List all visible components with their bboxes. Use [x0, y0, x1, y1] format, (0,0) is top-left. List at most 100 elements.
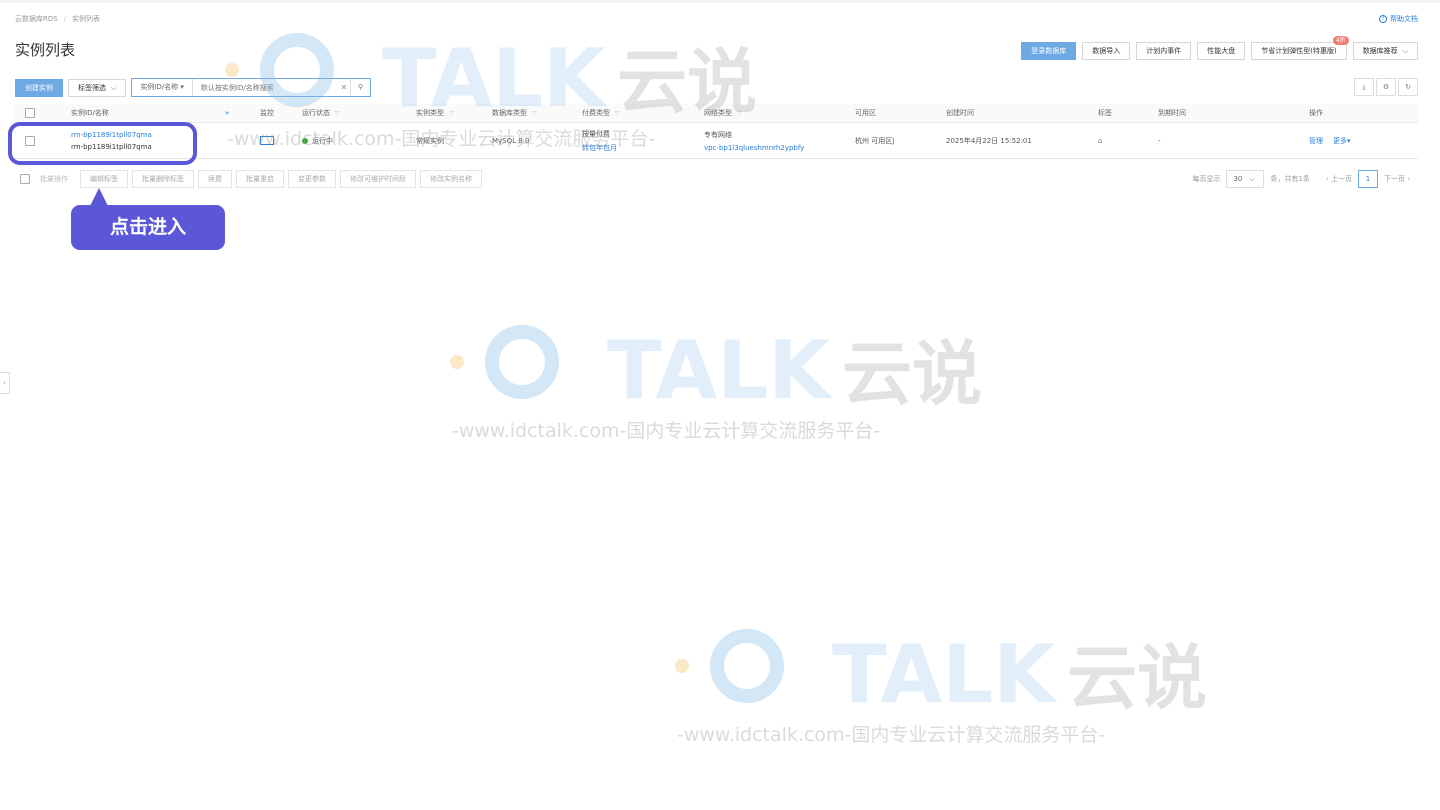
header-status[interactable]: 运行状态 ▽	[302, 104, 340, 122]
network-type: 专有网络	[704, 130, 732, 139]
vpc-link[interactable]: vpc-bp1l3qlueshmnrh2ypbfy	[704, 144, 804, 152]
header-tags: 标签	[1098, 109, 1112, 117]
bulk-label: 批量操作	[40, 175, 68, 183]
header-instance-type-label: 实例类型	[416, 109, 444, 117]
more-label: 更多	[1333, 136, 1347, 145]
search-scope-label: 实例ID/名称	[140, 83, 179, 91]
svg-text:云说: 云说	[842, 333, 982, 415]
more-dropdown[interactable]: 更多▾	[1333, 136, 1351, 146]
db-type: MySQL 8.0	[492, 136, 530, 145]
svg-text:云说: 云说	[1067, 637, 1207, 719]
watermark-url: -www.idctalk.com-国内专业云计算交流服务平台-	[452, 420, 880, 442]
per-page-label: 每页显示	[1192, 175, 1221, 183]
gear-icon[interactable]: ⚙	[1376, 78, 1396, 96]
tag-icon[interactable]: ⌂	[1098, 123, 1102, 158]
expand-columns-icon[interactable]: »	[225, 104, 229, 122]
per-page-value: 30	[1233, 175, 1243, 183]
filter-icon: ▽	[449, 109, 454, 117]
header-zone: 可用区	[855, 109, 876, 117]
header-instance-type[interactable]: 实例类型 ▽	[416, 104, 454, 122]
zone: 杭州 可用区J	[855, 136, 895, 145]
tag-filter-label: 标签筛选	[78, 83, 106, 92]
filter-icon: ▽	[737, 109, 742, 117]
search-group: 实例ID/名称 ▾ ✕ ⚲	[131, 78, 371, 97]
header-pay-type[interactable]: 付费类型 ▽	[582, 104, 620, 122]
watermark: TALK 云说 -www.idctalk.com-国内专业云计算交流服务平台-	[672, 616, 1217, 753]
search-scope-select[interactable]: 实例ID/名称 ▾	[132, 79, 193, 96]
header-network-type[interactable]: 网络类型 ▽	[704, 104, 742, 122]
toolbar: 创建实例 标签筛选 ⌵ 实例ID/名称 ▾ ✕ ⚲	[15, 78, 371, 97]
bulk-select-checkbox[interactable]	[20, 174, 30, 184]
next-page-button[interactable]: 下一页 ›	[1384, 174, 1410, 184]
header-expire: 到期时间	[1158, 109, 1186, 117]
bulk-change-params-button[interactable]: 变更参数	[288, 170, 336, 188]
pay-type-cell: 按量付费 转包年包月	[582, 123, 617, 158]
header-db-type-label: 数据库类型	[492, 109, 527, 117]
header-pay-type-label: 付费类型	[582, 109, 610, 117]
filter-icon: ▽	[532, 109, 537, 117]
search-input[interactable]	[192, 83, 338, 92]
create-instance-button[interactable]: 创建实例	[15, 78, 63, 97]
clear-icon[interactable]: ✕	[338, 83, 350, 92]
per-page-select[interactable]: 30 ⌵	[1226, 170, 1265, 188]
header-monitor: 监控	[260, 109, 274, 117]
chevron-down-icon: ⌵	[1402, 47, 1408, 55]
status-text: 运行中	[312, 136, 333, 145]
actions-cell: 管理 更多▾	[1309, 123, 1351, 158]
header-db-type[interactable]: 数据库类型 ▽	[492, 104, 537, 122]
filter-icon: ▽	[615, 109, 620, 117]
instance-type: 常规实例	[416, 136, 444, 145]
header-actions: 操作	[1309, 109, 1323, 117]
page-number-button[interactable]: 1	[1357, 170, 1378, 188]
created-time: 2025年4月22日 15:52:01	[946, 136, 1032, 145]
breadcrumb-item-instances: 实例列表	[72, 15, 101, 23]
filter-icon: ▽	[335, 109, 340, 117]
watermark-logo-icon: TALK 云说 -www.idctalk.com-国内专业云计算交流服务平台-	[675, 628, 1207, 746]
next-page-label: 下一页	[1383, 175, 1405, 183]
breadcrumb-separator: /	[63, 15, 67, 23]
watermark-url: -www.idctalk.com-国内专业云计算交流服务平台-	[677, 724, 1105, 746]
watermark: TALK 云说 -www.idctalk.com-国内专业云计算交流服务平台-	[447, 312, 992, 449]
table-header: 实例ID/名称 » 监控 运行状态 ▽ 实例类型 ▽ 数据库类型 ▽ 付费类型 ▽ 网络…	[15, 104, 1418, 123]
top-border	[0, 0, 1440, 3]
data-import-button[interactable]: 数据导入	[1082, 42, 1131, 60]
search-icon[interactable]: ⚲	[349, 79, 370, 96]
breadcrumb-item-rds[interactable]: 云数据库RDS	[15, 14, 58, 24]
bulk-renew-button[interactable]: 续费	[198, 170, 232, 188]
bulk-edit-tags-button[interactable]: 编辑标签	[80, 170, 128, 188]
login-db-button[interactable]: 登录数据库	[1021, 42, 1077, 60]
tag-filter-dropdown[interactable]: 标签筛选 ⌵	[68, 78, 127, 97]
help-doc-link[interactable]: ? 帮助文档	[1379, 14, 1418, 24]
network-cell: 专有网络 vpc-bp1l3qlueshmnrh2ypbfy	[704, 123, 804, 158]
pagination: 每页显示 30 ⌵ 条，共有1条 ‹ 上一页 1 下一页 ›	[1192, 170, 1410, 188]
header-network-type-label: 网络类型	[704, 109, 732, 117]
chevron-down-icon: ⌵	[1249, 175, 1255, 183]
performance-dashboard-button[interactable]: 性能大盘	[1197, 42, 1246, 60]
prev-page-button[interactable]: ‹ 上一页	[1326, 174, 1352, 184]
help-icon: ?	[1379, 15, 1387, 23]
watermark-logo-icon: TALK 云说 -www.idctalk.com-国内专业云计算交流服务平台-	[450, 324, 982, 442]
bulk-restart-button[interactable]: 批量重启	[236, 170, 284, 188]
svg-text:TALK: TALK	[832, 628, 1058, 721]
discount-badge: 4折	[1332, 36, 1349, 45]
select-all-checkbox[interactable]	[25, 104, 35, 122]
refresh-icon[interactable]: ↻	[1398, 78, 1418, 96]
db-recommend-button[interactable]: 数据库推荐 ⌵	[1352, 42, 1418, 60]
planned-events-button[interactable]: 计划内事件	[1136, 42, 1192, 60]
manage-link[interactable]: 管理	[1309, 136, 1323, 146]
table-tools: ⤓ ⚙ ↻	[1354, 78, 1418, 96]
breadcrumb: 云数据库RDS / 实例列表	[15, 14, 100, 24]
bulk-delete-tags-button[interactable]: 批量删除标签	[132, 170, 194, 188]
pay-type: 按量付费	[582, 129, 610, 138]
instance-highlight-box	[8, 122, 197, 165]
bulk-rename-button[interactable]: 修改实例名称	[420, 170, 482, 188]
download-icon[interactable]: ⤓	[1354, 78, 1374, 96]
prev-page-label: 上一页	[1330, 175, 1352, 183]
top-actions: 登录数据库 数据导入 计划内事件 性能大盘 节省计划弹性型(特惠版) 4折 数据…	[1021, 36, 1418, 60]
savings-plan-button[interactable]: 节省计划弹性型(特惠版) 4折	[1251, 36, 1349, 60]
bulk-maintenance-window-button[interactable]: 修改可维护时间段	[340, 170, 416, 188]
total-count: 条，共有1条	[1270, 175, 1310, 183]
convert-subscription-link[interactable]: 转包年包月	[582, 143, 617, 153]
monitor-icon[interactable]	[260, 123, 274, 158]
chevron-left-icon[interactable]: ‹	[0, 372, 10, 394]
